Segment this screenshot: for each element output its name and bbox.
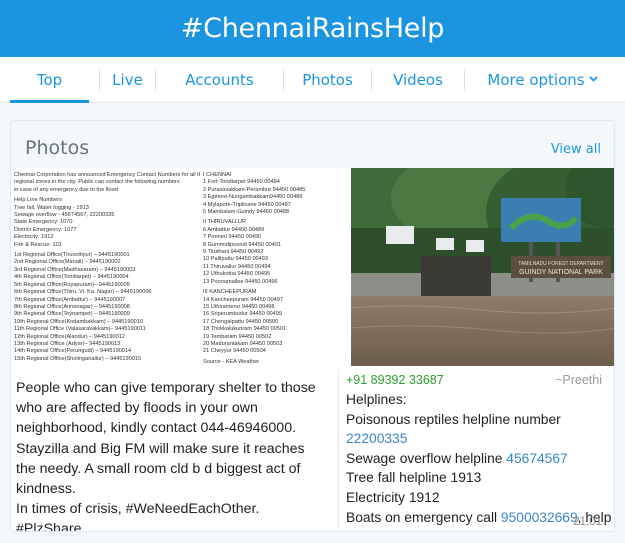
contact-line: I CHENNAI [203,172,232,178]
contact-line: 14th Regional Office(Perungudi) – 944519… [14,348,132,355]
contact-line: 16 Sriperumbudur 94450 00499 [203,311,282,318]
contact-line: 13th Regional Office (Adyar)– 9445190013 [14,340,121,347]
contact-line: 10 Pallipattu 94450 00493 [203,256,269,263]
contact-line: 12 Uthukottai 94450 00495 [203,271,271,278]
contact-line: 2 Purasavakkam-Perambur 94450 00485 [203,186,306,193]
chat-sewage-label: Sewage overflow helpline [346,450,507,466]
contact-line: 1 Fort-Tondiarpet 94450 00484 [203,179,280,186]
chat-boats-label: Boats on emergency call [346,509,501,525]
shelter-text: People who can give temporary shelter to… [16,380,316,498]
contact-line: Sewage overflow - 45674567, 22200335 [14,212,115,219]
contact-line: Help Line Numbers [14,197,62,204]
contact-line: 12th Regional Office(Alandur) – 94451900… [14,333,125,340]
chat-body: Helplines: Poisonous reptiles helpline n… [346,390,612,531]
tab-photos[interactable]: Photos [284,57,371,103]
contact-line: 10th Regional Office(Kodambakkam) – 9445… [14,318,143,325]
chat-reptile-number: 22200335 [346,431,408,447]
page-title: #ChennaiRainsHelp [180,13,445,44]
contacts-right-column: I CHENNAI 1 Fort-Tondiarpet 94450 00484 2 … [203,172,343,366]
contact-line: 14 Kancheepuram 94450 00497 [203,296,283,303]
chat-sender: ~Preethi [555,373,602,387]
tab-photos-label: Photos [302,70,353,89]
contact-line: II THIRUVALLUR [203,219,246,226]
contact-line: 18 Thirkkalukunram 94450 00501 [203,326,287,333]
tab-top-label: Top [36,70,63,89]
contact-line: 7 Ponneri 94450 00490 [203,234,262,241]
contact-line: 5 Mambalam-Guindy 94450 00488 [203,209,290,216]
contact-line: 11 Thiruvallur 94450 00494 [203,263,271,270]
contact-line: 3 Egmore-Nungambakkam94450 00486 [203,194,303,201]
contact-line: 5th Regional Office(Royapuram)– 94451900… [14,281,130,288]
shelter-separator: . [255,501,260,518]
contact-line: 15th Regional Office(Sholinganallur) – 9… [14,355,142,362]
tab-more-options-label: More options [487,70,585,89]
contact-line: Chennai Corporation has announced Emerge… [14,172,200,178]
contact-line: Electricity: 1912 [14,234,54,241]
chat-sewage-number: 45674567 [506,450,568,466]
contact-line: Tree fall, Water logging - 1913 [14,204,89,211]
chat-tree-fall: Tree fall helpline 1913 [346,470,482,486]
tab-accounts-label: Accounts [185,70,254,89]
contact-line: 4th Regional Office(Tondiarpet) – 944519… [14,274,129,281]
chat-boats-number: 9500032669 [500,509,578,525]
tab-live[interactable]: Live [100,57,155,103]
page-header: #ChennaiRainsHelp [0,0,625,57]
contact-line: District Emergency: 1077 [14,226,77,233]
chat-reptile-label: Poisonous reptiles helpline number [346,411,561,427]
photo-shelter-notice[interactable]: People who can give temporary shelter to… [11,368,333,532]
photos-module: Photos View all Chennai Corporation has … [10,120,615,532]
contact-line: regional zones in the city. Public can c… [14,179,180,186]
contact-line: 17 Chengalpattu 94450 00500 [203,318,279,325]
chat-electricity: Electricity 1912 [346,489,440,505]
park-sign-line1: TAMILNADU FOREST DEPARTMENT [518,261,603,267]
tab-accounts[interactable]: Accounts [156,57,283,103]
park-sign-line2: GUINDY NATIONAL PARK [519,269,603,276]
tab-live-label: Live [112,70,143,89]
contact-line: 9th Regional Office(Teynampet) – 9445190… [14,311,130,318]
chat-bubble: +91 89392 33687 ~Preethi Helplines: Pois… [338,370,612,531]
contact-line: 6th Regional Office(Thiru. Vi. Ka. Nagar… [14,289,152,296]
tab-videos[interactable]: Videos [372,57,464,103]
contact-line: 2nd Regional Office(Manali) – 9445190002 [14,259,121,266]
shelter-text-block: People who can give temporary shelter to… [16,378,326,532]
view-all-link[interactable]: View all [551,142,601,157]
contacts-left-column: Chennai Corporation has announced Emerge… [14,172,200,363]
contact-line: Fire & Rescue: 101 [14,241,62,248]
contact-line: 11th Regional Office (Valasaravakkam)– 9… [14,326,146,333]
contact-line: 4 Mylapore-Triplicane 94450 00487 [203,201,291,208]
tab-top[interactable]: Top [0,57,99,103]
photo-chat-helplines[interactable]: +91 89392 33687 ~Preethi Helplines: Pois… [333,368,614,531]
chevron-down-icon [588,74,598,85]
contact-line: 13 Poonamallee 94450 00496 [203,278,278,285]
contact-line: 6 Ambattur 94450 00489 [203,226,265,233]
contact-line: 8th Regional Office(Annanagar) – 9445190… [14,303,130,310]
contact-line: 1st Regional Office(Tiruvottiyur) – 9445… [14,252,130,259]
contact-line: 9 Tiruthani 94450 00492 [203,249,264,256]
photo-emergency-contacts[interactable]: Chennai Corporation has announced Emerge… [11,168,348,366]
contact-line: III KANCHEEPURAM [203,289,257,296]
contact-line: 3rd Regional Office(Madhavaram) – 944519… [14,266,136,273]
chat-time: 21:01 [573,516,602,528]
chat-helplines-heading: Helplines: [346,392,407,407]
contact-line: 15 Uthiramerur 94450 00498 [203,303,275,310]
photos-header: Photos View all [11,121,614,168]
contact-line: 8 Gummidipoondi 94450 00491 [203,241,282,248]
tab-bar: Top Live Accounts Photos Videos More opt… [0,57,625,103]
tab-more-options[interactable]: More options [465,57,620,103]
photo-flooded-park[interactable]: TAMILNADU FOREST DEPARTMENT GUINDY NATIO… [351,168,614,366]
flooded-park-image: TAMILNADU FOREST DEPARTMENT GUINDY NATIO… [351,168,614,366]
contact-line: State Emergency: 1070 [14,219,73,226]
contact-line: 7th Regional Office(Ambattur) – 94451900… [14,296,126,303]
contact-line: 20 Madurantakam 94450 00503 [203,340,283,347]
contact-line: in case of any emergency due to the floo… [14,186,118,193]
chat-phone: +91 89392 33687 [346,373,444,387]
shelter-crisis-prefix: In times of crisis, [16,501,126,518]
hashtag-plzshare: #PlzShare [16,521,82,532]
tab-videos-label: Videos [393,70,443,89]
hashtag-weneedeachother: #WeNeedEachOther [125,501,256,518]
contact-line: 21 Cheyyur 94450 00504 [203,348,266,355]
contact-line: Source - KEA Weather [203,358,260,365]
photos-title: Photos [25,137,90,159]
contact-line: 19 Tambaram 94450 00502 [203,333,272,340]
